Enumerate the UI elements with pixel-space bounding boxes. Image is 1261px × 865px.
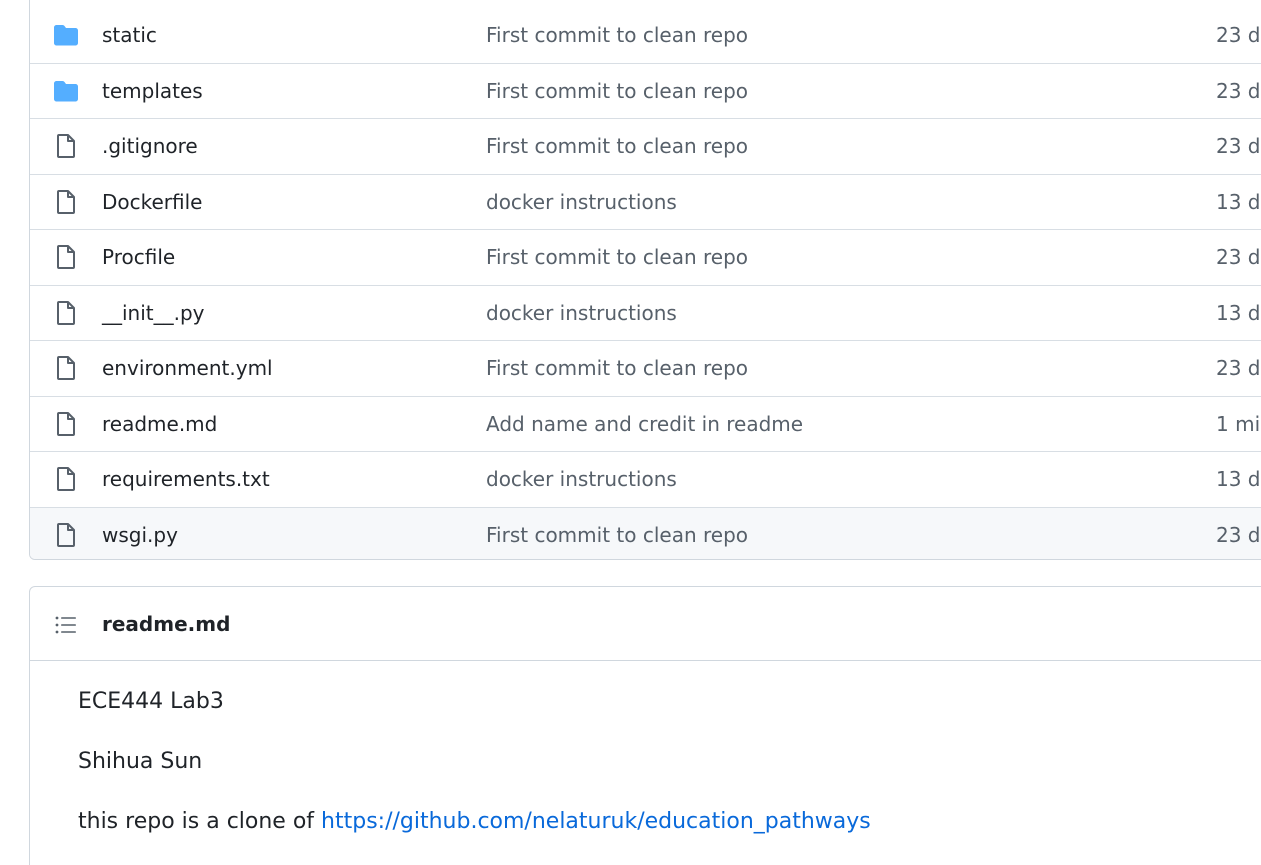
- file-icon: [52, 299, 80, 327]
- readme-header: readme.md: [30, 587, 1261, 661]
- file-row[interactable]: Dockerfile docker instructions 13 d: [30, 173, 1261, 229]
- commit-message-link[interactable]: First commit to clean repo: [486, 79, 748, 103]
- commit-message-link[interactable]: First commit to clean repo: [486, 23, 748, 47]
- file-name-link[interactable]: .gitignore: [102, 134, 198, 158]
- file-name-link[interactable]: readme.md: [102, 412, 217, 436]
- file-list: static First commit to clean repo 23 d temp…: [30, 7, 1261, 559]
- commit-time: 1 min: [1216, 411, 1261, 436]
- commit-time: 23 d: [1216, 22, 1261, 47]
- commit-time: 23 d: [1216, 245, 1261, 270]
- file-name-link[interactable]: requirements.txt: [102, 467, 270, 491]
- file-row[interactable]: templates First commit to clean repo 23 d: [30, 62, 1261, 118]
- file-icon: [52, 354, 80, 382]
- commit-message-link[interactable]: First commit to clean repo: [486, 523, 748, 547]
- commit-message-link[interactable]: docker instructions: [486, 467, 677, 491]
- file-name-link[interactable]: environment.yml: [102, 356, 273, 380]
- commit-time: 23 d: [1216, 134, 1261, 159]
- commit-time: 23 d: [1216, 78, 1261, 103]
- readme-clone-line: this repo is a clone of https://github.c…: [78, 809, 871, 834]
- commit-message-link[interactable]: First commit to clean repo: [486, 134, 748, 158]
- file-row[interactable]: wsgi.py First commit to clean repo 23 d: [30, 506, 1261, 559]
- commit-message-link[interactable]: docker instructions: [486, 301, 677, 325]
- commit-time: 13 d: [1216, 467, 1261, 492]
- commit-time: 23 d: [1216, 522, 1261, 547]
- file-row[interactable]: readme.md Add name and credit in readme 1 …: [30, 395, 1261, 451]
- commit-message-link[interactable]: docker instructions: [486, 190, 677, 214]
- commit-message-link[interactable]: First commit to clean repo: [486, 356, 748, 380]
- list-unordered-icon[interactable]: [54, 613, 78, 637]
- commit-time: 13 d: [1216, 300, 1261, 325]
- readme-panel: readme.md ECE444 Lab3 Shihua Sun this re…: [29, 586, 1261, 865]
- commit-message-link[interactable]: Add name and credit in readme: [486, 412, 803, 436]
- file-icon: [52, 465, 80, 493]
- readme-clone-link[interactable]: https://github.com/nelaturuk/education_p…: [321, 809, 871, 834]
- repo-page: static First commit to clean repo 23 d temp…: [0, 0, 1261, 865]
- file-row[interactable]: static First commit to clean repo 23 d: [30, 7, 1261, 63]
- file-name-link[interactable]: __init__.py: [102, 301, 205, 325]
- file-table: static First commit to clean repo 23 d temp…: [29, 0, 1261, 560]
- readme-author: Shihua Sun: [78, 749, 203, 774]
- file-name-link[interactable]: Dockerfile: [102, 190, 203, 214]
- readme-heading: ECE444 Lab3: [78, 689, 224, 714]
- folder-icon: [52, 77, 80, 105]
- file-row[interactable]: __init__.py docker instructions 13 d: [30, 284, 1261, 340]
- folder-name-link[interactable]: templates: [102, 79, 203, 103]
- file-icon: [52, 521, 80, 549]
- file-icon: [52, 243, 80, 271]
- commit-message-link[interactable]: First commit to clean repo: [486, 245, 748, 269]
- file-row[interactable]: .gitignore First commit to clean repo 23 d: [30, 118, 1261, 174]
- folder-name-link[interactable]: static: [102, 23, 157, 47]
- file-name-link[interactable]: wsgi.py: [102, 523, 178, 547]
- file-icon: [52, 132, 80, 160]
- folder-icon: [52, 21, 80, 49]
- readme-clone-text: this repo is a clone of: [78, 809, 322, 834]
- file-row[interactable]: requirements.txt docker instructions 13 d: [30, 451, 1261, 507]
- commit-time: 13 d: [1216, 189, 1261, 214]
- file-icon: [52, 410, 80, 438]
- file-icon: [52, 188, 80, 216]
- file-name-link[interactable]: Procfile: [102, 245, 175, 269]
- commit-time: 23 d: [1216, 356, 1261, 381]
- readme-title: readme.md: [102, 611, 231, 636]
- file-row[interactable]: Procfile First commit to clean repo 23 d: [30, 229, 1261, 285]
- file-row[interactable]: environment.yml First commit to clean rep…: [30, 340, 1261, 396]
